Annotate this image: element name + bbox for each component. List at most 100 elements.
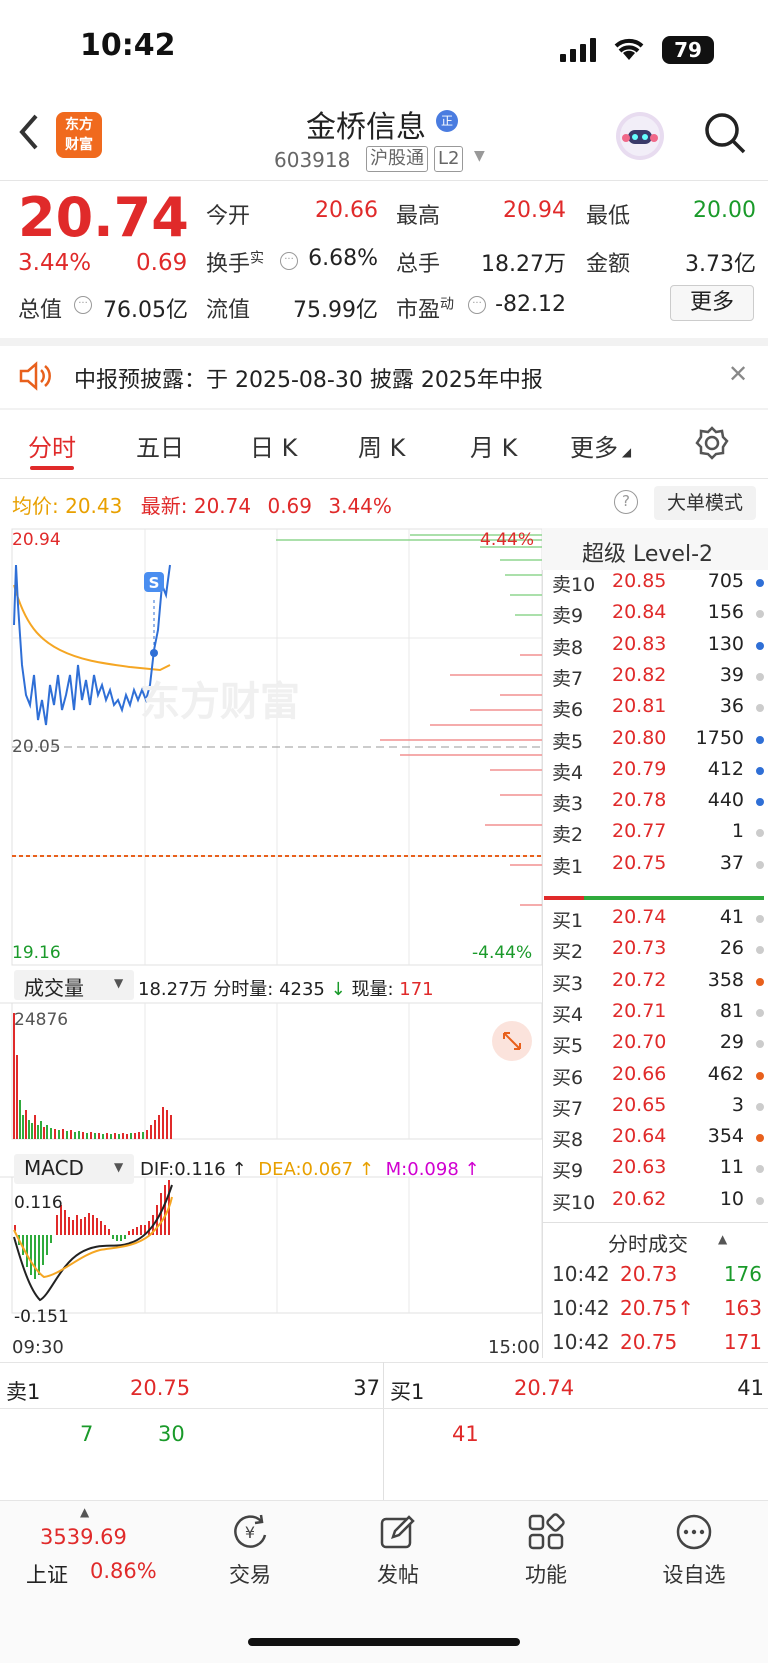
notice-banner[interactable]: 中报预披露：于 2025-08-30 披露 2025年中报 ✕ (0, 344, 768, 410)
tab-daily-k[interactable]: 日 K (250, 428, 297, 463)
bid-price: 20.65 (612, 1093, 667, 1116)
float-label: 流值 (206, 298, 251, 323)
close-icon[interactable]: ✕ (728, 360, 748, 388)
divider (0, 1362, 768, 1363)
bid-volume: 3 (731, 1093, 744, 1116)
intraday-chart[interactable]: S 东方财富 (0, 525, 542, 1360)
ask-level-label: 卖4 (552, 761, 584, 784)
triangle-down-icon: ▼ (114, 976, 124, 990)
ask-row[interactable]: 卖6 20.81 36 (542, 695, 768, 725)
volume-summary: 18.27万 分时量: 4235 ↓ 现量: 171 (138, 975, 434, 1001)
ask-volume: 1750 (695, 726, 744, 749)
wifi-icon (614, 38, 644, 60)
gear-icon[interactable] (695, 426, 729, 460)
ask-volume: 440 (707, 789, 744, 812)
bid-row[interactable]: 买1 20.74 41 (542, 906, 768, 936)
pe-label-text: 市盈 (396, 298, 441, 323)
grid-icon (528, 1513, 565, 1550)
tab-monthly-k[interactable]: 月 K (470, 428, 517, 463)
index-value: 3539.69 (40, 1525, 127, 1549)
battery-indicator: 79 (662, 36, 714, 64)
assistant-avatar[interactable] (616, 112, 664, 160)
tick-volume: 176 (723, 1262, 762, 1286)
volume-value: 18.27万 (481, 252, 566, 277)
more-dots-icon[interactable]: ··· (468, 296, 486, 314)
back-button[interactable] (16, 112, 42, 162)
turnover-sup: 实 (250, 250, 265, 267)
price-summary-row: 均价: 20.43 最新: 20.74 0.69 3.44% (12, 490, 392, 519)
ticks-title[interactable]: 分时成交 (608, 1228, 688, 1257)
more-button[interactable]: 更多 (670, 285, 754, 321)
tab-five-day[interactable]: 五日 (136, 428, 184, 463)
search-icon[interactable] (704, 112, 746, 154)
order-flag-dot (756, 829, 764, 838)
volume-indicator-dropdown[interactable]: 成交量 ▼ (14, 970, 134, 1000)
triangle-down-icon[interactable]: ▼ (474, 148, 485, 164)
triangle-up-icon: ▲ (80, 1505, 90, 1519)
app-logo: 东方 财富 (56, 112, 102, 158)
status-time: 10:42 (80, 28, 176, 63)
tab-intraday[interactable]: 分时 (28, 428, 76, 463)
order-flag-dot (756, 946, 764, 955)
price-top-label: 20.94 (12, 530, 61, 550)
tab-more[interactable]: 更多 ◢ (570, 428, 631, 463)
cur-vol-value: 171 (399, 979, 434, 1000)
order-flag-dot (756, 641, 764, 650)
ask-price: 20.84 (612, 601, 667, 624)
bid-row[interactable]: 买9 20.63 11 (542, 1156, 768, 1186)
stock-code: 603918 (274, 148, 351, 172)
more-dots-icon[interactable]: ··· (74, 296, 92, 314)
index-name: 上证 (26, 1563, 68, 1587)
help-icon[interactable]: ? (614, 490, 638, 514)
mktcap-value: 76.05亿 (103, 298, 188, 323)
ask-bid-divider-red (544, 896, 584, 900)
macd-indicator-dropdown[interactable]: MACD ▼ (14, 1154, 134, 1184)
ask-row[interactable]: 卖4 20.79 412 (542, 758, 768, 788)
ask-row[interactable]: 卖9 20.84 156 (542, 601, 768, 631)
high-value: 20.94 (503, 198, 566, 223)
volume-label: 总手 (396, 252, 441, 277)
bid-row[interactable]: 买8 20.64 354 (542, 1125, 768, 1155)
bid-row[interactable]: 买6 20.66 462 (542, 1063, 768, 1093)
depth-ask-split-2: 30 (158, 1422, 185, 1446)
price-bottom-label: 19.16 (12, 943, 61, 963)
bid-volume: 354 (707, 1125, 744, 1148)
ask-price: 20.80 (612, 726, 667, 749)
index-ticker[interactable]: ▲ 3539.69 上证 0.86% (0, 1501, 178, 1611)
divider (0, 478, 768, 479)
depth-ask-vol: 37 (353, 1376, 380, 1400)
level-tag: L2 (434, 146, 464, 172)
ask-row[interactable]: 卖3 20.78 440 (542, 789, 768, 819)
bid-row[interactable]: 买4 20.71 81 (542, 1000, 768, 1030)
tab-weekly-k[interactable]: 周 K (358, 428, 405, 463)
bid-row[interactable]: 买7 20.65 3 (542, 1094, 768, 1124)
ask-row[interactable]: 卖1 20.75 37 (542, 852, 768, 882)
triangle-down-icon: ▼ (114, 1160, 124, 1174)
nav-post-label: 发帖 (377, 1563, 419, 1587)
latest-percent: 3.44% (328, 494, 392, 518)
bid-row[interactable]: 买2 20.73 26 (542, 937, 768, 967)
ask-row[interactable]: 卖10 20.85 705 (542, 570, 768, 600)
ask-row[interactable]: 卖5 20.80 1750 (542, 727, 768, 757)
big-order-mode-button[interactable]: 大单模式 (654, 486, 756, 520)
ask-row[interactable]: 卖2 20.77 1 (542, 820, 768, 850)
ask-row[interactable]: 卖7 20.82 39 (542, 664, 768, 694)
bid-level-label: 买6 (552, 1066, 584, 1089)
turnover-label: 换手实 (206, 246, 264, 278)
bid-volume: 462 (707, 1062, 744, 1085)
pct-bottom-label: -4.44% (472, 943, 533, 963)
more-circle-icon (676, 1514, 712, 1550)
time-start-label: 09:30 (12, 1337, 64, 1358)
arrow-down-icon: ↓ (330, 979, 346, 1000)
order-flag-dot (756, 1165, 764, 1174)
ask-row[interactable]: 卖8 20.83 130 (542, 633, 768, 663)
bid-row[interactable]: 买10 20.62 10 (542, 1188, 768, 1218)
bid-level-label: 买10 (552, 1191, 596, 1214)
bid-row[interactable]: 买5 20.70 29 (542, 1031, 768, 1061)
order-flag-dot (756, 1134, 764, 1143)
order-flag-dot (756, 798, 764, 807)
bid-row[interactable]: 买3 20.72 358 (542, 969, 768, 999)
chevron-left-icon (19, 114, 38, 150)
signal-icon (560, 38, 596, 62)
depth-bid-price: 20.74 (514, 1376, 575, 1400)
